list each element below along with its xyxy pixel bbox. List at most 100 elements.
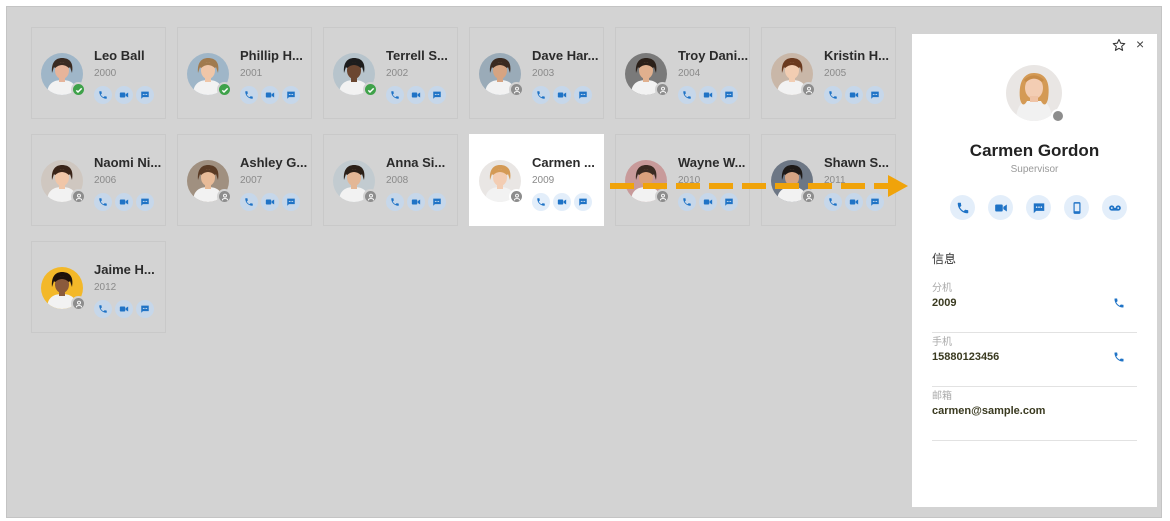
video-icon[interactable] xyxy=(115,86,133,104)
chat-icon[interactable] xyxy=(136,193,154,211)
email-label: 邮箱 xyxy=(932,391,952,402)
contacts-window: Leo Ball 2000 Phillip H... 2001 Terrell … xyxy=(6,6,1162,518)
chat-icon[interactable] xyxy=(282,86,300,104)
video-icon[interactable] xyxy=(115,193,133,211)
video-icon[interactable] xyxy=(988,195,1013,220)
phone-icon[interactable] xyxy=(94,300,112,318)
contact-grid: Leo Ball 2000 Phillip H... 2001 Terrell … xyxy=(31,27,901,507)
contact-name: Terrell S... xyxy=(386,48,448,63)
contact-name: Troy Dani... xyxy=(678,48,749,63)
contact-card[interactable]: Naomi Ni... 2006 xyxy=(31,134,166,226)
video-icon[interactable] xyxy=(845,86,863,104)
card-actions xyxy=(240,193,300,211)
chat-icon[interactable] xyxy=(720,86,738,104)
offline-status-icon xyxy=(1051,109,1065,123)
offline-status-icon xyxy=(801,82,816,97)
offline-status-icon xyxy=(655,82,670,97)
contact-name: Kristin H... xyxy=(824,48,890,63)
contact-detail-panel: × Carmen Gordon Supervisor 信息 分机 2009 手机… xyxy=(912,34,1157,507)
phone-icon[interactable] xyxy=(386,86,404,104)
contact-name: Ashley G... xyxy=(240,155,308,170)
offline-status-icon xyxy=(217,189,232,204)
offline-status-icon xyxy=(509,189,524,204)
chat-icon[interactable] xyxy=(428,193,446,211)
video-icon[interactable] xyxy=(699,86,717,104)
phone-icon[interactable] xyxy=(240,86,258,104)
card-actions xyxy=(94,86,154,104)
offline-status-icon xyxy=(509,82,524,97)
offline-status-icon xyxy=(363,189,378,204)
contact-card[interactable]: Phillip H... 2001 xyxy=(177,27,312,119)
contact-extension: 2004 xyxy=(678,68,701,79)
avatar xyxy=(41,53,86,97)
video-icon[interactable] xyxy=(115,300,133,318)
contact-card[interactable]: Terrell S... 2002 xyxy=(323,27,458,119)
chat-icon[interactable] xyxy=(428,86,446,104)
contact-extension: 2008 xyxy=(386,175,409,186)
chat-icon[interactable] xyxy=(136,86,154,104)
phone-icon[interactable] xyxy=(386,193,404,211)
contact-card[interactable]: Anna Si... 2008 xyxy=(323,134,458,226)
contact-name: Jaime H... xyxy=(94,262,155,277)
contact-name: Wayne W... xyxy=(678,155,746,170)
contact-name: Dave Har... xyxy=(532,48,599,63)
video-icon[interactable] xyxy=(553,193,571,211)
chat-icon[interactable] xyxy=(282,193,300,211)
contact-name: Anna Si... xyxy=(386,155,446,170)
contact-name: Phillip H... xyxy=(240,48,303,63)
phone-icon[interactable] xyxy=(950,195,975,220)
available-status-icon xyxy=(71,82,86,97)
mobile-icon[interactable] xyxy=(1064,195,1089,220)
avatar xyxy=(333,160,378,204)
extension-value: 2009 xyxy=(932,297,957,309)
contact-name: Carmen Gordon xyxy=(969,141,1100,160)
contact-card[interactable]: Kristin H... 2005 xyxy=(761,27,896,119)
phone-icon[interactable] xyxy=(240,193,258,211)
video-icon[interactable] xyxy=(261,86,279,104)
call-extension-icon[interactable] xyxy=(1113,296,1125,314)
chat-icon[interactable] xyxy=(1026,195,1051,220)
avatar xyxy=(771,53,816,97)
contact-card[interactable]: Jaime H... 2012 xyxy=(31,241,166,333)
card-actions xyxy=(386,193,446,211)
voicemail-icon[interactable] xyxy=(1102,195,1127,220)
phone-icon[interactable] xyxy=(824,86,842,104)
extension-field: 分机 2009 xyxy=(932,279,1137,333)
card-actions xyxy=(240,86,300,104)
contact-extension: 2007 xyxy=(240,175,263,186)
card-actions xyxy=(386,86,446,104)
contact-extension: 2000 xyxy=(94,68,117,79)
contact-card[interactable]: Dave Har... 2003 xyxy=(469,27,604,119)
contact-extension: 2005 xyxy=(824,68,847,79)
contact-card[interactable]: Leo Ball 2000 xyxy=(31,27,166,119)
contact-extension: 2006 xyxy=(94,175,117,186)
chat-icon[interactable] xyxy=(574,86,592,104)
phone-icon[interactable] xyxy=(678,86,696,104)
card-actions xyxy=(532,86,592,104)
phone-icon[interactable] xyxy=(94,193,112,211)
video-icon[interactable] xyxy=(407,86,425,104)
card-actions xyxy=(94,193,154,211)
call-mobile-icon[interactable] xyxy=(1113,350,1125,368)
phone-icon[interactable] xyxy=(532,86,550,104)
close-icon[interactable]: × xyxy=(1136,36,1144,52)
contact-card[interactable]: Ashley G... 2007 xyxy=(177,134,312,226)
contact-card[interactable]: Troy Dani... 2004 xyxy=(615,27,750,119)
avatar xyxy=(41,160,86,204)
card-actions xyxy=(94,300,154,318)
favorite-star-icon[interactable] xyxy=(1112,38,1126,57)
video-icon[interactable] xyxy=(261,193,279,211)
chat-icon[interactable] xyxy=(136,300,154,318)
available-status-icon xyxy=(217,82,232,97)
chat-icon[interactable] xyxy=(574,193,592,211)
contact-role: Supervisor xyxy=(1010,164,1059,175)
mobile-value: 15880123456 xyxy=(932,351,1000,363)
video-icon[interactable] xyxy=(553,86,571,104)
chat-icon[interactable] xyxy=(866,86,884,104)
contact-card[interactable]: Carmen ... 2009 xyxy=(469,134,604,226)
phone-icon[interactable] xyxy=(94,86,112,104)
contact-extension: 2003 xyxy=(532,68,555,79)
video-icon[interactable] xyxy=(407,193,425,211)
phone-icon[interactable] xyxy=(532,193,550,211)
extension-label: 分机 xyxy=(932,283,952,294)
